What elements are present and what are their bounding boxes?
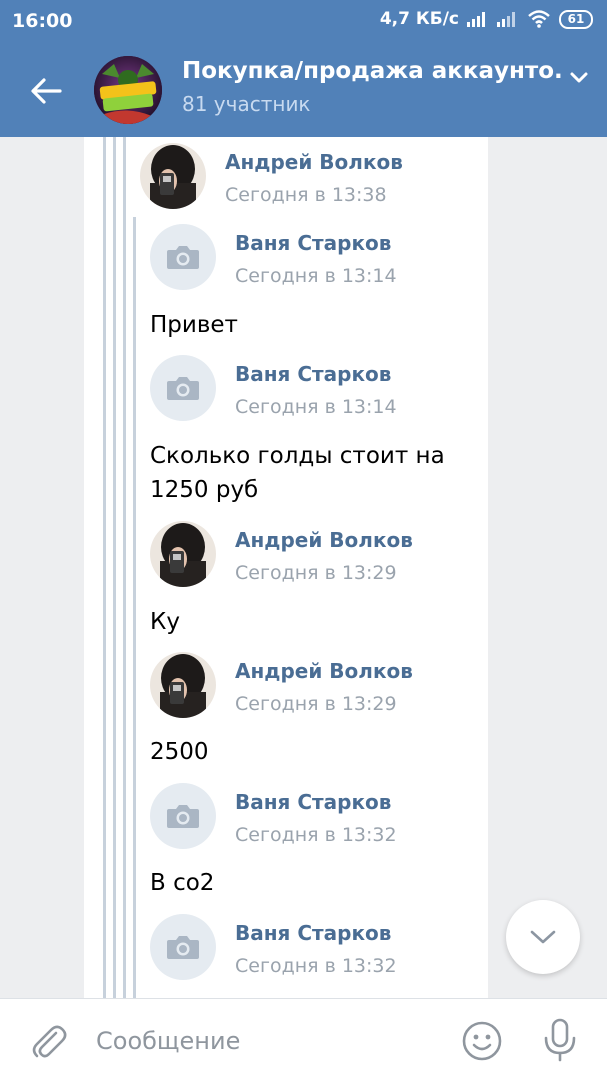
chat-header: Покупка/продажа аккаунто... 81 участник <box>0 42 607 137</box>
user-photo <box>140 143 206 209</box>
message-time: Сегодня в 13:32 <box>235 824 397 846</box>
chat-title[interactable]: Покупка/продажа аккаунто... <box>182 58 562 84</box>
avatar[interactable] <box>150 783 216 849</box>
camera-icon <box>167 377 199 400</box>
message-thread[interactable]: Андрей Волков Сегодня в 13:38 Ваня Старк… <box>0 137 607 998</box>
author-name[interactable]: Ваня Старков <box>235 921 391 945</box>
signal-icon <box>497 12 515 27</box>
quote-line <box>123 137 126 998</box>
quote-line <box>103 137 106 998</box>
chat-menu-toggle[interactable] <box>566 68 592 88</box>
signal-icon <box>467 12 485 27</box>
user-photo <box>150 652 216 718</box>
paperclip-icon <box>32 1025 67 1058</box>
network-speed: 4,7 КБ/с <box>379 9 459 29</box>
back-arrow-icon <box>31 78 62 104</box>
avatar[interactable] <box>150 652 216 718</box>
message-input[interactable] <box>96 1021 436 1061</box>
chevron-down-icon <box>530 930 556 944</box>
avatar[interactable] <box>150 521 216 587</box>
status-indicators: 4,7 КБ/с 61 <box>380 9 593 29</box>
avatar[interactable] <box>150 914 216 980</box>
status-bar: 16:00 4,7 КБ/с 61 <box>0 0 607 42</box>
avatar[interactable] <box>150 355 216 421</box>
chevron-down-icon <box>570 72 588 83</box>
camera-icon <box>167 246 199 269</box>
user-photo <box>150 521 216 587</box>
wifi-icon <box>528 10 550 28</box>
author-name[interactable]: Ваня Старков <box>235 231 391 255</box>
chat-logo-image <box>94 56 162 124</box>
emoji-button[interactable] <box>460 1019 504 1063</box>
microphone-icon <box>544 1018 576 1062</box>
message-text: 2500 <box>150 739 209 765</box>
scroll-to-bottom-button[interactable] <box>506 900 580 974</box>
smile-icon <box>462 1021 502 1061</box>
voice-message-button[interactable] <box>540 1017 580 1063</box>
attach-button[interactable] <box>26 1019 70 1063</box>
avatar[interactable] <box>140 143 206 209</box>
avatar[interactable] <box>150 224 216 290</box>
message-text: Привет <box>150 312 238 338</box>
status-time: 16:00 <box>12 10 73 32</box>
message-composer <box>0 998 607 1080</box>
message-time: Сегодня в 13:14 <box>235 265 397 287</box>
camera-icon <box>167 805 199 828</box>
back-button[interactable] <box>22 66 72 116</box>
author-name[interactable]: Ваня Старков <box>235 790 391 814</box>
member-count: 81 участник <box>182 92 311 116</box>
author-name[interactable]: Андрей Волков <box>225 150 403 174</box>
message-text: В со2 <box>150 870 215 896</box>
message-time: Сегодня в 13:32 <box>235 955 397 977</box>
author-name[interactable]: Андрей Волков <box>235 528 413 552</box>
message-text: Ку <box>150 609 180 635</box>
message-time: Сегодня в 13:14 <box>235 396 397 418</box>
chat-avatar[interactable] <box>94 56 162 124</box>
author-name[interactable]: Андрей Волков <box>235 659 413 683</box>
quote-line <box>133 217 136 998</box>
battery-icon: 61 <box>559 9 593 29</box>
message-time: Сегодня в 13:29 <box>235 562 397 584</box>
message-time: Сегодня в 13:38 <box>225 184 387 206</box>
author-name[interactable]: Ваня Старков <box>235 362 391 386</box>
message-time: Сегодня в 13:29 <box>235 693 397 715</box>
quote-line <box>113 137 116 998</box>
message-text: Сколько голды стоит на 1250 руб <box>150 443 445 503</box>
camera-icon <box>167 936 199 959</box>
